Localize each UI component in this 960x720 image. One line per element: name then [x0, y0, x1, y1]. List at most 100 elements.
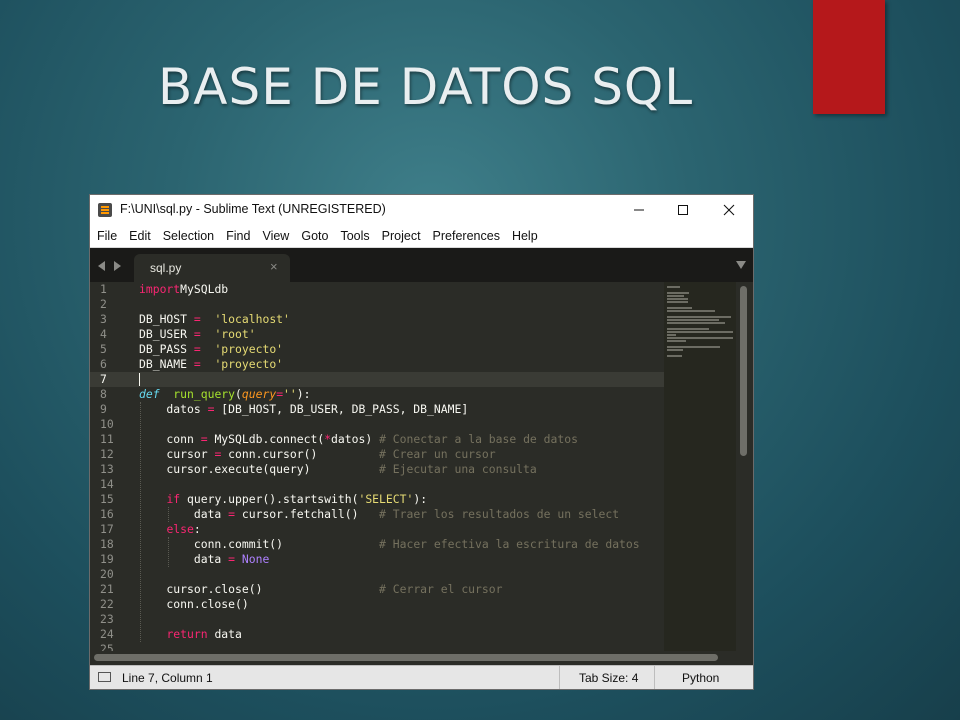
code-line[interactable] [139, 417, 664, 432]
minimap-line [667, 349, 683, 351]
close-icon [723, 204, 735, 216]
slide-title: BASE DE DATOS SQL [158, 58, 694, 116]
maximize-button[interactable] [661, 195, 705, 225]
minimap-line [667, 334, 676, 336]
red-accent-bar [813, 0, 885, 114]
tab-size-selector[interactable]: Tab Size: 4 [579, 671, 638, 685]
line-number: 4 [100, 327, 107, 341]
tab-next-icon[interactable] [114, 261, 121, 271]
minimap-line [667, 292, 689, 294]
text-caret [139, 373, 140, 386]
code-line[interactable]: def run_query(query=''): [139, 387, 664, 402]
menu-project[interactable]: Project [375, 229, 426, 243]
line-number: 18 [100, 537, 114, 551]
menu-view[interactable]: View [255, 229, 294, 243]
code-line[interactable]: conn.commit() # Hacer efectiva la escrit… [139, 537, 664, 552]
code-line[interactable]: DB_PASS = 'proyecto' [139, 342, 664, 357]
status-divider [654, 666, 655, 689]
code-line[interactable]: DB_USER = 'root' [139, 327, 664, 342]
horizontal-scrollbar-thumb[interactable] [94, 654, 718, 661]
minimap-line [667, 295, 684, 297]
code-line[interactable]: cursor.close() # Cerrar el cursor [139, 582, 664, 597]
code-line[interactable] [139, 372, 664, 387]
minimize-icon [634, 209, 644, 211]
line-number: 1 [100, 282, 107, 296]
minimap[interactable] [664, 282, 736, 651]
code-line[interactable] [139, 477, 664, 492]
menu-help[interactable]: Help [505, 229, 543, 243]
menu-find[interactable]: Find [219, 229, 255, 243]
minimap-line [667, 310, 715, 312]
minimap-line [667, 319, 719, 321]
tab-sql-py[interactable]: sql.py × [134, 254, 290, 282]
line-number: 22 [100, 597, 114, 611]
tab-bar: sql.py × [90, 248, 753, 282]
tab-prev-icon[interactable] [98, 261, 105, 271]
minimap-line [667, 337, 733, 339]
tab-close-icon[interactable]: × [270, 259, 278, 274]
sublime-window: F:\UNI\sql.py - Sublime Text (UNREGISTER… [89, 194, 754, 690]
menu-preferences[interactable]: Preferences [426, 229, 505, 243]
vertical-scrollbar-thumb[interactable] [740, 286, 747, 456]
code-text[interactable]: importMySQLdb DB_HOST = 'localhost' DB_US… [139, 282, 664, 651]
title-bar: F:\UNI\sql.py - Sublime Text (UNREGISTER… [90, 195, 753, 225]
minimap-line [667, 328, 709, 330]
line-number: 9 [100, 402, 107, 416]
menu-goto[interactable]: Goto [294, 229, 333, 243]
minimap-line [667, 307, 692, 309]
line-number: 6 [100, 357, 107, 371]
code-line[interactable]: conn.close() [139, 597, 664, 612]
line-number: 7 [100, 372, 107, 386]
line-number: 3 [100, 312, 107, 326]
code-line[interactable]: cursor = conn.cursor() # Crear un cursor [139, 447, 664, 462]
code-line[interactable]: datos = [DB_HOST, DB_USER, DB_PASS, DB_N… [139, 402, 664, 417]
menu-file[interactable]: File [90, 229, 122, 243]
line-number-gutter: 1 2 3 4 5 6 7 8 9 10 11 12 13 14 15 16 1… [90, 282, 132, 651]
code-line[interactable] [139, 297, 664, 312]
code-line[interactable]: if query.upper().startswith('SELECT'): [139, 492, 664, 507]
menu-tools[interactable]: Tools [333, 229, 374, 243]
code-line[interactable]: importMySQLdb [139, 282, 664, 297]
minimap-line [667, 322, 725, 324]
minimap-line [667, 298, 688, 300]
code-line[interactable]: DB_HOST = 'localhost' [139, 312, 664, 327]
code-line[interactable]: data = cursor.fetchall() # Traer los res… [139, 507, 664, 522]
window-title: F:\UNI\sql.py - Sublime Text (UNREGISTER… [120, 202, 386, 216]
code-line[interactable]: DB_NAME = 'proyecto' [139, 357, 664, 372]
minimap-line [667, 316, 731, 318]
line-number: 20 [100, 567, 114, 581]
line-number: 19 [100, 552, 114, 566]
line-number: 12 [100, 447, 114, 461]
panel-toggle-icon[interactable] [98, 672, 111, 682]
minimize-button[interactable] [617, 195, 661, 225]
code-line[interactable] [139, 612, 664, 627]
minimap-line [667, 331, 733, 333]
line-number: 14 [100, 477, 114, 491]
minimap-line [667, 340, 686, 342]
syntax-selector[interactable]: Python [682, 671, 719, 685]
minimap-line [667, 301, 688, 303]
tab-list-dropdown-icon[interactable] [736, 261, 746, 269]
code-line[interactable]: return data [139, 627, 664, 642]
horizontal-scrollbar[interactable] [90, 651, 753, 664]
line-number: 24 [100, 627, 114, 641]
code-line[interactable]: cursor.execute(query) # Ejecutar una con… [139, 462, 664, 477]
menu-edit[interactable]: Edit [122, 229, 156, 243]
code-line[interactable] [139, 567, 664, 582]
sublime-app-icon [98, 203, 112, 217]
line-number: 13 [100, 462, 114, 476]
line-number: 16 [100, 507, 114, 521]
menu-selection[interactable]: Selection [156, 229, 219, 243]
code-line[interactable] [139, 642, 664, 651]
code-line[interactable]: else: [139, 522, 664, 537]
line-number: 25 [100, 642, 114, 651]
status-bar: Line 7, Column 1 Tab Size: 4 Python [90, 665, 753, 689]
minimap-line [667, 286, 680, 288]
close-window-button[interactable] [707, 195, 751, 225]
line-number: 23 [100, 612, 114, 626]
code-line[interactable]: conn = MySQLdb.connect(*datos) # Conecta… [139, 432, 664, 447]
code-line[interactable]: data = None [139, 552, 664, 567]
line-number: 2 [100, 297, 107, 311]
line-number: 15 [100, 492, 114, 506]
code-editor[interactable]: 1 2 3 4 5 6 7 8 9 10 11 12 13 14 15 16 1… [90, 282, 753, 651]
